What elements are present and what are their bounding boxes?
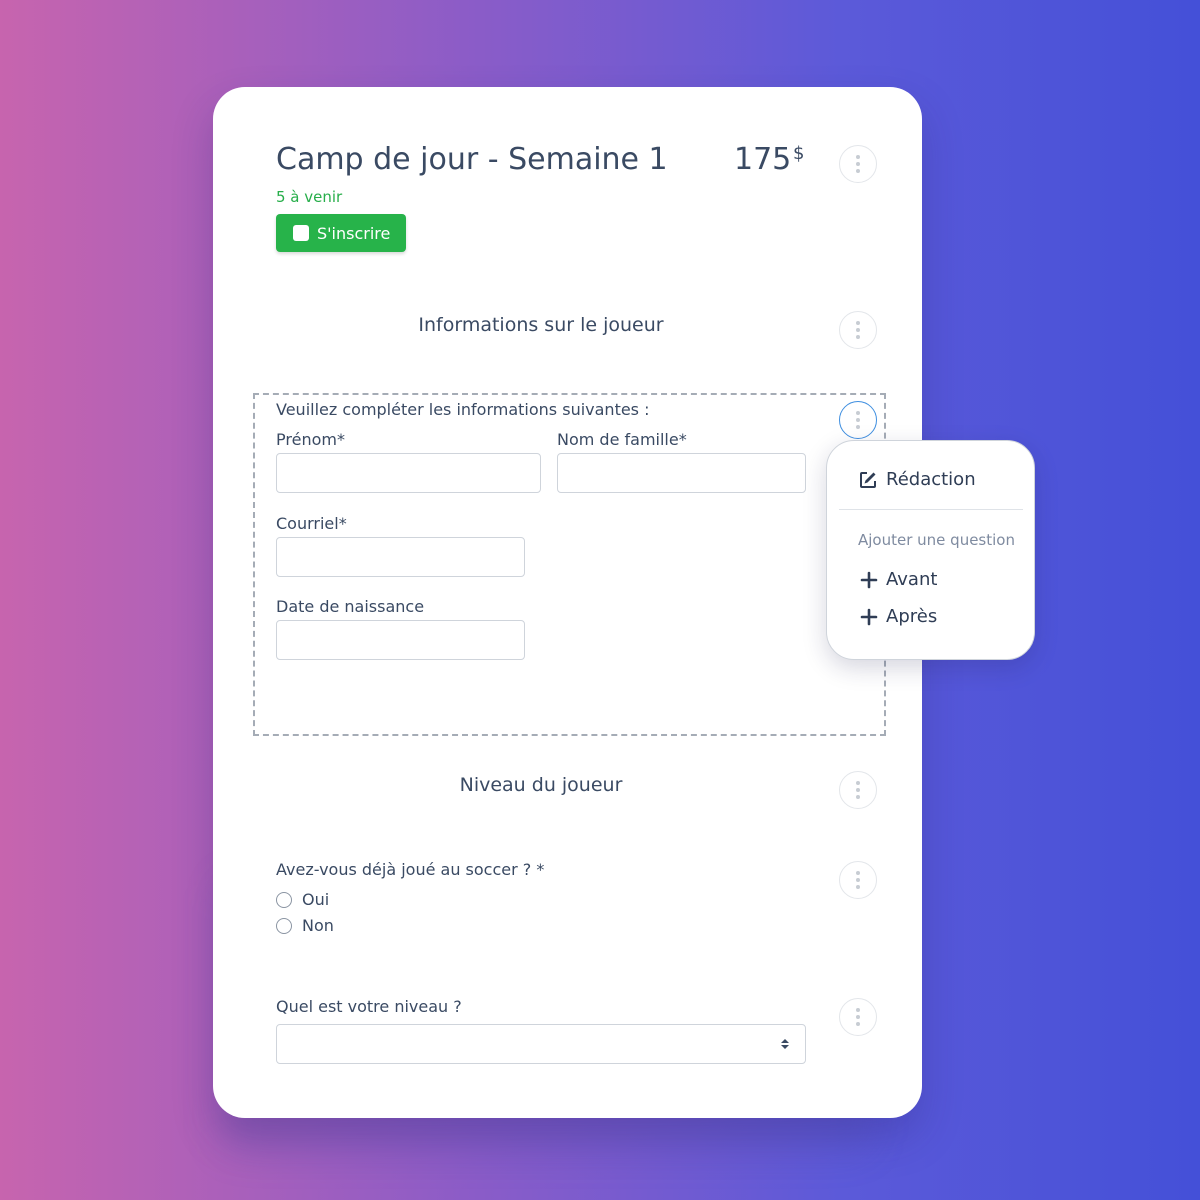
radio-option-non[interactable]: Non [276,916,334,935]
birthdate-input[interactable] [276,620,525,660]
section-options-button[interactable] [839,311,877,349]
email-label: Courriel* [276,514,347,533]
more-vertical-icon [856,1008,860,1012]
last-name-label: Nom de famille* [557,430,687,449]
edit-icon [860,471,876,488]
event-options-button[interactable] [839,145,877,183]
more-vertical-icon [856,781,860,785]
menu-item-add-before[interactable]: Avant [860,569,937,590]
soccer-question-options-button[interactable] [839,861,877,899]
event-price: 175 [734,142,792,177]
form-instruction: Veuillez compléter les informations suiv… [276,400,650,419]
checkbox-icon [293,225,309,241]
first-name-input[interactable] [276,453,541,493]
section-title-player-info: Informations sur le joueur [418,314,664,336]
menu-item-edit[interactable]: Rédaction [858,469,976,490]
question-options-button[interactable] [839,401,877,439]
section-level-options-button[interactable] [839,771,877,809]
level-question-label: Quel est votre niveau ? [276,997,462,1016]
menu-divider [839,509,1023,510]
first-name-label: Prénom* [276,430,345,449]
more-vertical-icon [856,871,860,875]
more-vertical-icon [856,411,860,415]
section-title-player-level: Niveau du joueur [459,774,623,796]
more-vertical-icon [856,321,860,325]
more-vertical-icon [856,155,860,159]
radio-icon [276,891,292,908]
question-context-menu: Rédaction Ajouter une question Avant Apr… [826,440,1035,660]
upcoming-count: 5 à venir [276,188,343,206]
event-title: Camp de jour - Semaine 1 [276,142,668,177]
radio-option-oui[interactable]: Oui [276,890,329,909]
menu-item-add-after[interactable]: Après [860,606,937,627]
soccer-question-label: Avez-vous déjà joué au soccer ? * [276,860,545,879]
plus-icon [860,608,878,625]
level-select[interactable] [276,1024,806,1064]
register-label: S'inscrire [317,223,391,243]
level-question-options-button[interactable] [839,998,877,1036]
radio-icon [276,917,292,934]
menu-add-question-heading: Ajouter une question [858,531,1015,549]
last-name-input[interactable] [557,453,806,493]
register-button[interactable]: S'inscrire [276,214,406,252]
plus-icon [860,571,878,588]
email-input[interactable] [276,537,525,577]
birthdate-label: Date de naissance [276,597,425,616]
currency-symbol: $ [793,143,805,164]
select-arrows-icon [781,1039,789,1049]
event-card: Camp de jour - Semaine 1 175 $ 5 à venir… [213,87,922,1118]
